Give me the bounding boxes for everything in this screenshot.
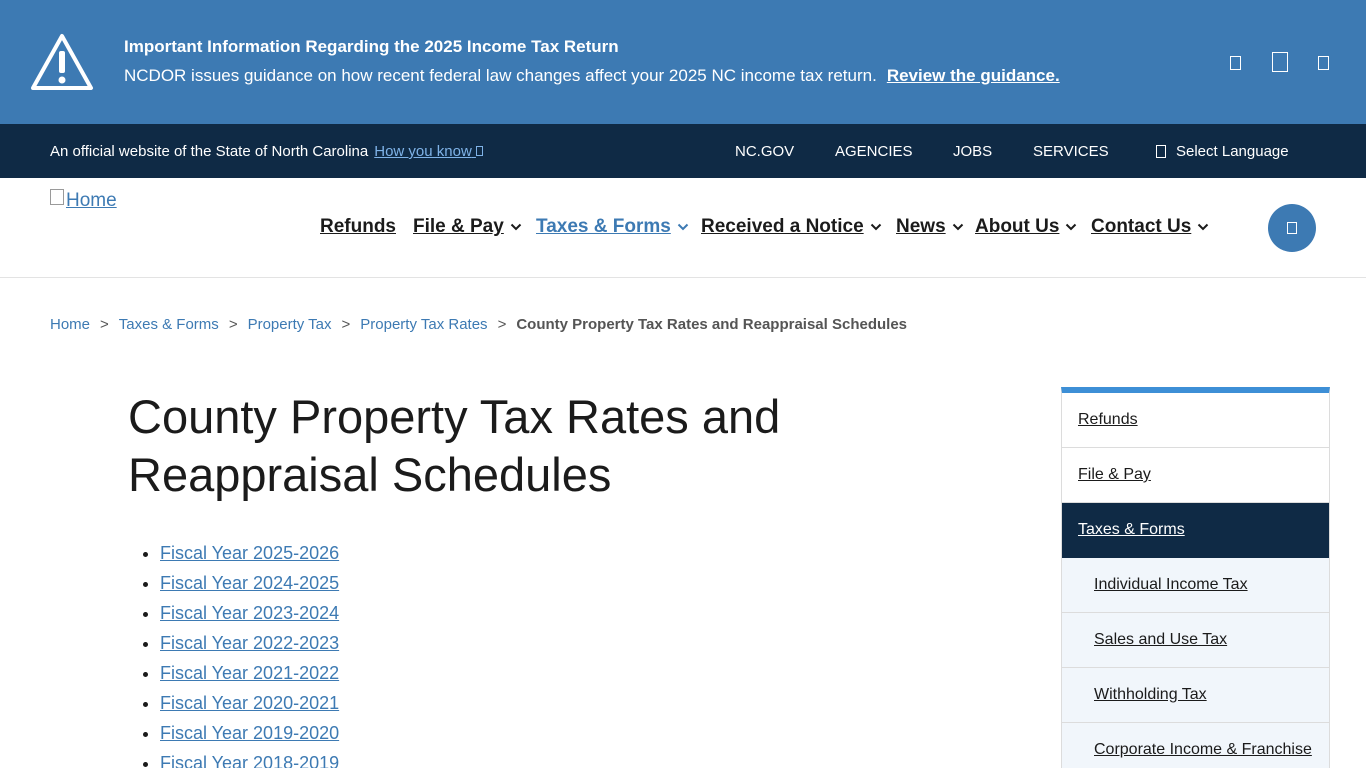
fiscal-year-list: Fiscal Year 2025-2026 Fiscal Year 2024-2… (160, 538, 339, 768)
search-button[interactable] (1268, 204, 1316, 252)
sidenav-item-file-pay: File & Pay (1062, 448, 1329, 503)
site-header: Home Refunds File & Pay Taxes & Forms Re… (0, 178, 1366, 278)
nav-label: Received a Notice (701, 216, 864, 237)
sidenav-link[interactable]: Withholding Tax (1094, 686, 1207, 704)
fiscal-year-link[interactable]: Fiscal Year 2019-2020 (160, 723, 339, 743)
alert-title: Important Information Regarding the 2025… (124, 37, 619, 56)
logo-alt-text: Home (66, 190, 117, 211)
nav-refunds[interactable]: Refunds (320, 216, 396, 238)
nc-gov-link[interactable]: NC.GOV (735, 143, 794, 160)
chevron-down-icon (1066, 223, 1077, 231)
sidenav-link[interactable]: Refunds (1078, 411, 1138, 429)
chevron-down-icon (677, 223, 689, 231)
nav-contact-us[interactable]: Contact Us (1091, 216, 1209, 238)
list-item: Fiscal Year 2018-2019 (160, 748, 339, 768)
pause-icon[interactable] (1272, 52, 1288, 76)
home-logo-link[interactable]: Home (50, 189, 117, 212)
list-item: Fiscal Year 2020-2021 (160, 688, 339, 718)
list-item: Fiscal Year 2022-2023 (160, 628, 339, 658)
nav-received-notice[interactable]: Received a Notice (701, 216, 882, 238)
nav-label: Taxes & Forms (536, 216, 671, 237)
page-title: County Property Tax Rates and Reappraisa… (128, 390, 781, 501)
sidenav-item-withholding-tax: Withholding Tax (1062, 668, 1329, 723)
fiscal-year-link[interactable]: Fiscal Year 2025-2026 (160, 543, 339, 563)
sidenav-link[interactable]: Individual Income Tax (1094, 576, 1248, 594)
sidenav-link[interactable]: Corporate Income & Franchise (1094, 741, 1312, 759)
breadcrumb: Home > Taxes & Forms > Property Tax > Pr… (50, 316, 907, 333)
breadcrumb-current: County Property Tax Rates and Reappraisa… (516, 316, 908, 333)
how-you-know-link[interactable]: How you know (374, 143, 483, 160)
list-item: Fiscal Year 2025-2026 (160, 538, 339, 568)
fiscal-year-link[interactable]: Fiscal Year 2023-2024 (160, 603, 339, 623)
chevron-down-icon (870, 223, 881, 231)
list-item: Fiscal Year 2021-2022 (160, 658, 339, 688)
how-you-know-label: How you know (374, 143, 472, 160)
nav-label: News (896, 216, 946, 237)
jobs-link[interactable]: JOBS (953, 143, 992, 160)
breadcrumb-separator: > (341, 316, 351, 333)
sidenav-link[interactable]: Sales and Use Tax (1094, 631, 1227, 649)
list-item: Fiscal Year 2024-2025 (160, 568, 339, 598)
alert-body: NCDOR issues guidance on how recent fede… (124, 66, 1060, 86)
chevron-down-icon (952, 223, 963, 231)
nav-file-pay[interactable]: File & Pay (413, 216, 522, 238)
agencies-link[interactable]: AGENCIES (835, 143, 913, 160)
select-language-button[interactable]: Select Language (1176, 143, 1289, 160)
globe-icon (1156, 145, 1166, 158)
review-guidance-link[interactable]: Review the guidance. (887, 66, 1060, 85)
nav-label: Refunds (320, 216, 396, 237)
nav-label: Contact Us (1091, 216, 1192, 237)
alert-banner: Important Information Regarding the 2025… (0, 0, 1366, 124)
sidenav-item-taxes-forms: Taxes & Forms (1062, 503, 1329, 558)
sidenav-item-sales-use-tax: Sales and Use Tax (1062, 613, 1329, 668)
services-link[interactable]: SERVICES (1033, 143, 1109, 160)
official-site-bar: An official website of the State of Nort… (0, 124, 1366, 178)
breadcrumb-separator: > (497, 316, 507, 333)
warning-triangle-icon (31, 34, 93, 90)
side-nav: Refunds File & Pay Taxes & Forms Individ… (1061, 387, 1330, 768)
fiscal-year-link[interactable]: Fiscal Year 2020-2021 (160, 693, 339, 713)
breadcrumb-home[interactable]: Home (50, 316, 90, 333)
fiscal-year-link[interactable]: Fiscal Year 2018-2019 (160, 753, 339, 768)
nav-news[interactable]: News (896, 216, 964, 238)
breadcrumb-taxes-forms[interactable]: Taxes & Forms (119, 316, 219, 333)
sidenav-item-individual-income-tax: Individual Income Tax (1062, 558, 1329, 613)
breadcrumb-separator: > (228, 316, 238, 333)
prev-icon[interactable] (1230, 56, 1241, 74)
next-icon[interactable] (1318, 56, 1329, 74)
nav-label: File & Pay (413, 216, 504, 237)
broken-image-icon (50, 189, 64, 205)
breadcrumb-separator: > (100, 316, 109, 333)
chevron-down-icon (475, 146, 483, 156)
fiscal-year-link[interactable]: Fiscal Year 2024-2025 (160, 573, 339, 593)
official-text: An official website of the State of Nort… (50, 143, 369, 160)
chevron-down-icon (1198, 223, 1209, 231)
breadcrumb-property-tax[interactable]: Property Tax (248, 316, 332, 333)
nav-taxes-forms[interactable]: Taxes & Forms (536, 216, 689, 238)
official-site-notice: An official website of the State of Nort… (50, 143, 483, 160)
sidenav-item-refunds: Refunds (1062, 393, 1329, 448)
sidenav-link[interactable]: Taxes & Forms (1078, 521, 1185, 539)
sidenav-link[interactable]: File & Pay (1078, 466, 1151, 484)
nav-about-us[interactable]: About Us (975, 216, 1077, 238)
alert-message: NCDOR issues guidance on how recent fede… (124, 66, 877, 85)
list-item: Fiscal Year 2023-2024 (160, 598, 339, 628)
list-item: Fiscal Year 2019-2020 (160, 718, 339, 748)
fiscal-year-link[interactable]: Fiscal Year 2021-2022 (160, 663, 339, 683)
nav-label: About Us (975, 216, 1060, 237)
search-icon (1287, 222, 1297, 234)
sidenav-item-corporate-income-franchise: Corporate Income & Franchise (1062, 723, 1329, 768)
breadcrumb-property-tax-rates[interactable]: Property Tax Rates (360, 316, 487, 333)
chevron-down-icon (510, 223, 522, 231)
fiscal-year-link[interactable]: Fiscal Year 2022-2023 (160, 633, 339, 653)
